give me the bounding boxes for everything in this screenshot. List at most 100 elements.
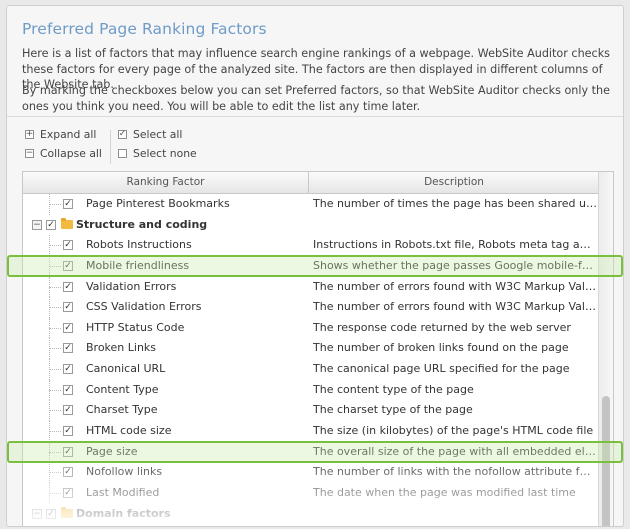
description-text-2: By marking the checkboxes below you can … — [22, 84, 611, 113]
ranking-factor-cell: − ✓ Structure and coding — [23, 215, 309, 236]
checkbox-empty-icon — [118, 149, 127, 158]
table-row[interactable]: ✓ Validation Errors The number of errors f… — [23, 276, 599, 298]
table-row[interactable]: ✓ HTTP Status Code The response code retur… — [23, 317, 599, 339]
table-row[interactable]: ✓ Canonical URL The canonical page URL spe… — [23, 359, 599, 380]
select-all-label: Select all — [133, 128, 183, 141]
checkbox[interactable]: ✓ — [63, 302, 73, 313]
table-row[interactable]: ✓ Broken Links The number of broken links … — [23, 338, 599, 360]
table-row[interactable]: ✓ Page Pinterest Bookmarks The number of t… — [23, 194, 599, 215]
checkbox[interactable]: ✓ — [63, 322, 73, 333]
expand-icon: + — [25, 129, 34, 139]
ranking-factor-cell: ✓ Robots Instructions — [23, 235, 309, 256]
table-row[interactable]: ✓ Content Type The content type of the pag… — [23, 379, 599, 401]
factor-name: Charset Type — [86, 403, 158, 417]
table-group-row[interactable]: − ✓ Domain factors — [23, 504, 599, 525]
description-cell: The number of errors found with W3C Mark… — [313, 279, 597, 293]
table-group-row[interactable]: − ✓ Structure and coding — [23, 215, 599, 236]
table-row[interactable]: ✓ Page size The overall size of the page w… — [23, 441, 599, 463]
description-cell: The number of links with the nofollow at… — [313, 465, 597, 479]
ranking-factor-cell: ✓ Broken Links — [23, 338, 309, 360]
description-cell: The response code returned by the web se… — [313, 320, 571, 334]
factor-name: HTTP Status Code — [86, 320, 185, 334]
checkbox[interactable]: ✓ — [63, 384, 73, 395]
folder-icon — [61, 506, 73, 518]
description-cell: The date when the page was modified last… — [313, 485, 576, 499]
table-row[interactable]: ✓ CSS Validation Errors The number of erro… — [23, 297, 599, 318]
description-cell: The charset type of the page — [313, 403, 473, 417]
factor-name: HTML code size — [86, 424, 172, 438]
table-row[interactable]: ✓ Robots Instructions Instructions in Robo… — [23, 235, 599, 256]
description-cell: The canonical page URL specified for the… — [313, 362, 570, 376]
checkbox[interactable]: ✓ — [63, 343, 73, 354]
dialog-title: Preferred Page Ranking Factors — [22, 20, 267, 38]
ranking-factor-cell: ✓ HTTP Status Code — [23, 317, 309, 339]
factor-name: Validation Errors — [86, 279, 177, 293]
checkbox[interactable]: ✓ — [46, 219, 56, 230]
group-name: Domain factors — [76, 506, 171, 520]
table-row[interactable]: ✓ HTML code size The size (in kilobytes) o… — [23, 421, 599, 442]
tree-line — [49, 265, 61, 267]
scrollbar-thumb[interactable] — [602, 396, 610, 526]
expand-all-label: Expand all — [40, 128, 97, 141]
ranking-factor-cell: ✓ Mobile friendliness — [23, 255, 309, 277]
column-header-ranking-factor[interactable]: Ranking Factor — [23, 172, 309, 193]
tree-toggle-icon[interactable]: − — [32, 508, 42, 519]
factor-name: Robots Instructions — [86, 238, 192, 252]
description-cell: Shows whether the page passes Google mob… — [313, 258, 597, 272]
tree-toggle-icon[interactable]: − — [32, 219, 42, 230]
description-cell: The number of times the page has been sh… — [313, 197, 597, 210]
expand-all-button[interactable]: + Expand all — [25, 128, 96, 141]
checkbox[interactable]: ✓ — [63, 281, 73, 292]
checkbox-checked-icon: ✓ — [118, 129, 127, 139]
checkbox[interactable]: ✓ — [63, 446, 73, 457]
select-all-button[interactable]: ✓ Select all — [118, 128, 182, 141]
table-row[interactable]: ✓ Nofollow links The number of links with … — [23, 462, 599, 483]
table-header: Ranking Factor Description — [23, 172, 599, 194]
tree-line — [49, 204, 61, 205]
checkbox[interactable]: ✓ — [46, 508, 56, 519]
select-none-button[interactable]: Select none — [118, 147, 197, 160]
checkbox[interactable]: ✓ — [63, 199, 73, 209]
checkbox[interactable]: ✓ — [63, 487, 73, 498]
tree-line — [49, 307, 61, 309]
checkbox[interactable]: ✓ — [63, 260, 73, 271]
factor-name: Broken Links — [86, 341, 157, 355]
checkbox[interactable]: ✓ — [63, 364, 73, 375]
description-cell: The content type of the page — [313, 382, 474, 396]
vertical-scrollbar[interactable] — [598, 172, 613, 526]
column-header-description[interactable]: Description — [309, 172, 599, 193]
divider — [7, 116, 623, 117]
tree-line — [49, 327, 61, 329]
factor-name: Canonical URL — [86, 362, 166, 376]
description-cell — [313, 504, 597, 525]
checkbox[interactable]: ✓ — [63, 240, 73, 251]
factor-name: Mobile friendliness — [86, 258, 190, 272]
ranking-factors-table: Ranking Factor Description ✓ Page Pintere… — [22, 171, 614, 526]
table-row[interactable]: ✓ Last Modified The date when the page was… — [23, 482, 599, 504]
checkbox[interactable]: ✓ — [63, 405, 73, 416]
tree-line — [49, 389, 61, 391]
factor-name: Page Pinterest Bookmarks — [86, 197, 230, 210]
ranking-factor-cell: ✓ HTML code size — [23, 421, 309, 442]
tree-line — [49, 348, 61, 350]
tree-line — [49, 431, 61, 433]
table-body: ✓ Page Pinterest Bookmarks The number of t… — [23, 194, 599, 524]
factor-name: Content Type — [86, 382, 159, 396]
tree-line — [49, 286, 61, 288]
select-none-label: Select none — [133, 147, 197, 160]
table-row[interactable]: ✓ Mobile friendliness Shows whether the pa… — [23, 255, 599, 277]
checkbox[interactable]: ✓ — [63, 467, 73, 478]
tree-line — [49, 245, 61, 247]
ranking-factor-cell: ✓ CSS Validation Errors — [23, 297, 309, 318]
factor-name: Last Modified — [86, 485, 160, 499]
group-name: Structure and coding — [76, 217, 208, 231]
checkbox[interactable]: ✓ — [63, 426, 73, 437]
ranking-factor-cell: ✓ Charset Type — [23, 400, 309, 422]
preferred-factors-panel: Preferred Page Ranking Factors Here is a… — [6, 5, 624, 527]
table-row[interactable]: ✓ Charset Type The charset type of the pag… — [23, 400, 599, 422]
tree-line — [49, 472, 61, 474]
description-cell: Instructions in Robots.txt file, Robots … — [313, 238, 597, 252]
description-cell — [313, 215, 597, 236]
tree-line — [49, 492, 61, 494]
collapse-all-button[interactable]: − Collapse all — [25, 147, 102, 160]
